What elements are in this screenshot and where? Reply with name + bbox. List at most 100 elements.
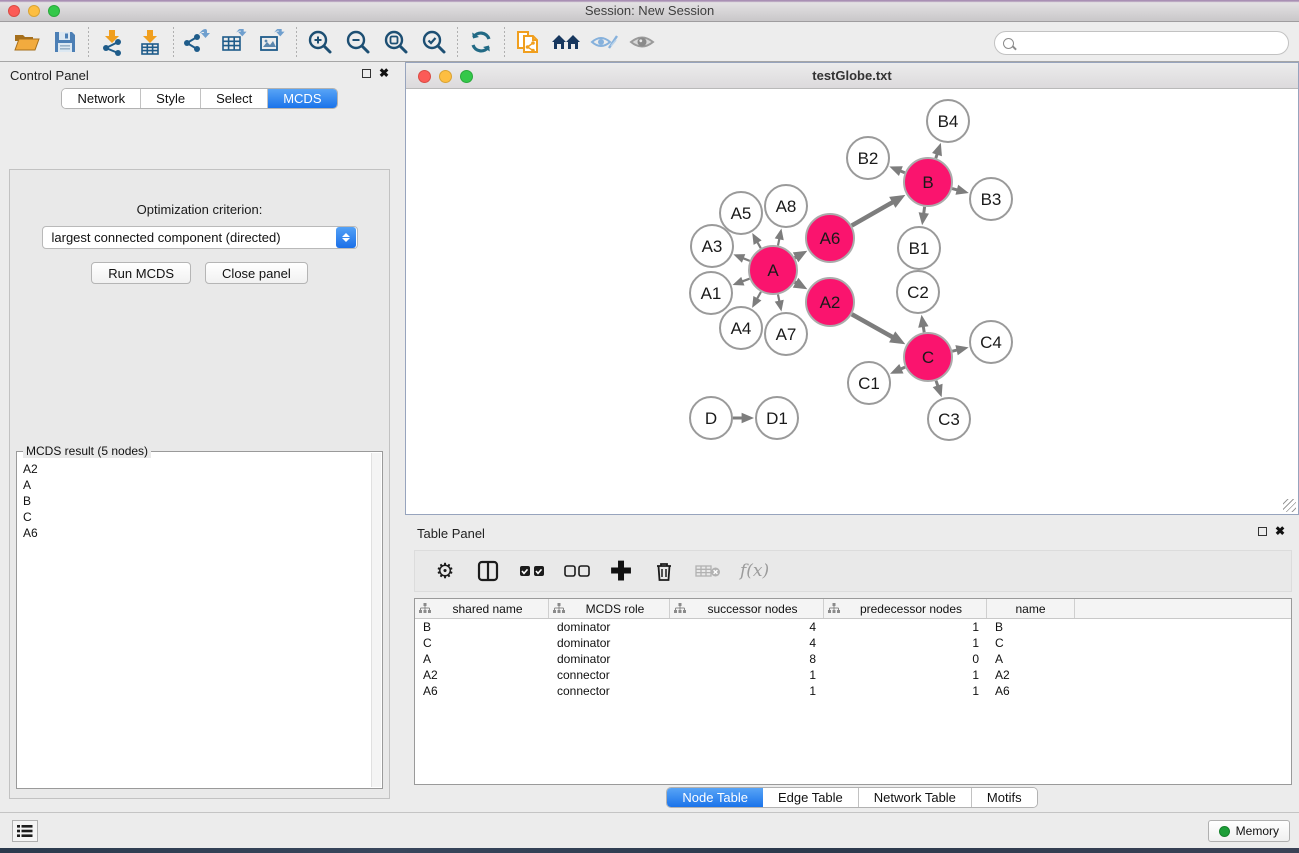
search-input[interactable] bbox=[1020, 34, 1288, 52]
edge-A6-B[interactable] bbox=[852, 202, 893, 226]
cell-predecessor-nodes[interactable]: 1 bbox=[824, 636, 987, 650]
graph-node-A2[interactable]: A2 bbox=[806, 278, 854, 326]
tab-node-table[interactable]: Node Table bbox=[667, 788, 763, 807]
export-table-button[interactable] bbox=[216, 26, 254, 58]
refresh-layout-button[interactable] bbox=[462, 26, 500, 58]
graph-node-B3[interactable]: B3 bbox=[970, 178, 1012, 220]
zoom-selected-button[interactable] bbox=[415, 26, 453, 58]
cell-successor-nodes[interactable]: 4 bbox=[670, 636, 824, 650]
save-session-button[interactable] bbox=[46, 26, 84, 58]
edge-A-A3[interactable] bbox=[743, 258, 750, 261]
graph-node-C[interactable]: C bbox=[904, 333, 952, 381]
result-item-c[interactable]: C bbox=[23, 509, 366, 525]
cell-name[interactable]: A bbox=[987, 652, 1075, 666]
hide-visibility-button[interactable] bbox=[585, 26, 623, 58]
export-image-button[interactable] bbox=[254, 26, 292, 58]
tab-mcds[interactable]: MCDS bbox=[268, 89, 336, 108]
graph-node-B4[interactable]: B4 bbox=[927, 100, 969, 142]
edge-A-A8[interactable] bbox=[778, 238, 779, 245]
cell-shared-name[interactable]: A6 bbox=[415, 684, 549, 698]
export-network-button[interactable] bbox=[178, 26, 216, 58]
graph-node-A3[interactable]: A3 bbox=[691, 225, 733, 267]
tab-motifs[interactable]: Motifs bbox=[972, 788, 1037, 807]
column-visibility-button[interactable] bbox=[476, 556, 500, 586]
edge-A-A5[interactable] bbox=[757, 242, 761, 248]
cell-MCDS-role[interactable]: dominator bbox=[549, 620, 670, 634]
float-panel-icon[interactable] bbox=[362, 69, 371, 78]
cell-MCDS-role[interactable]: connector bbox=[549, 684, 670, 698]
graph-node-A7[interactable]: A7 bbox=[765, 313, 807, 355]
memory-button[interactable]: Memory bbox=[1208, 820, 1290, 842]
show-panels-button[interactable] bbox=[12, 820, 38, 842]
show-visibility-button[interactable] bbox=[623, 26, 661, 58]
column-header-MCDS-role[interactable]: MCDS role bbox=[549, 599, 670, 618]
cell-name[interactable]: A6 bbox=[987, 684, 1075, 698]
graph-node-A8[interactable]: A8 bbox=[765, 185, 807, 227]
tab-style[interactable]: Style bbox=[141, 89, 201, 108]
cell-successor-nodes[interactable]: 4 bbox=[670, 620, 824, 634]
home-button[interactable] bbox=[547, 26, 585, 58]
column-header-shared-name[interactable]: shared name bbox=[415, 599, 549, 618]
cell-MCDS-role[interactable]: dominator bbox=[549, 652, 670, 666]
delete-table-button[interactable] bbox=[695, 556, 721, 586]
cell-predecessor-nodes[interactable]: 1 bbox=[824, 620, 987, 634]
column-header-name[interactable]: name bbox=[987, 599, 1075, 618]
graph-node-C2[interactable]: C2 bbox=[897, 271, 939, 313]
graph-node-A4[interactable]: A4 bbox=[720, 307, 762, 349]
cell-name[interactable]: B bbox=[987, 620, 1075, 634]
table-settings-button[interactable]: ⚙ bbox=[433, 556, 457, 586]
graph-node-C3[interactable]: C3 bbox=[928, 398, 970, 440]
cell-shared-name[interactable]: B bbox=[415, 620, 549, 634]
close-table-panel-icon[interactable]: ✖ bbox=[1275, 526, 1285, 536]
graph-node-B[interactable]: B bbox=[904, 158, 952, 206]
open-session-button[interactable] bbox=[8, 26, 46, 58]
graph-node-D1[interactable]: D1 bbox=[756, 397, 798, 439]
cell-shared-name[interactable]: A bbox=[415, 652, 549, 666]
cell-MCDS-role[interactable]: dominator bbox=[549, 636, 670, 650]
graph-node-C1[interactable]: C1 bbox=[848, 362, 890, 404]
cell-successor-nodes[interactable]: 8 bbox=[670, 652, 824, 666]
edge-A-A7[interactable] bbox=[778, 294, 779, 301]
graph-node-A[interactable]: A bbox=[749, 246, 797, 294]
zoom-in-button[interactable] bbox=[301, 26, 339, 58]
cell-predecessor-nodes[interactable]: 1 bbox=[824, 684, 987, 698]
cell-shared-name[interactable]: A2 bbox=[415, 668, 549, 682]
close-panel-icon[interactable]: ✖ bbox=[379, 68, 389, 78]
edge-A-A1[interactable] bbox=[742, 279, 750, 282]
graph-node-A1[interactable]: A1 bbox=[690, 272, 732, 314]
tab-network[interactable]: Network bbox=[62, 89, 141, 108]
function-builder-button[interactable]: f(x) bbox=[740, 556, 769, 586]
result-scrollbar[interactable] bbox=[371, 453, 381, 787]
select-all-button[interactable] bbox=[519, 556, 545, 586]
graph-node-A5[interactable]: A5 bbox=[720, 192, 762, 234]
delete-column-button[interactable] bbox=[652, 556, 676, 586]
tab-select[interactable]: Select bbox=[201, 89, 268, 108]
optimization-criterion-select[interactable]: largest connected component (directed) bbox=[42, 226, 358, 249]
tab-edge-table[interactable]: Edge Table bbox=[763, 788, 859, 807]
cell-name[interactable]: C bbox=[987, 636, 1075, 650]
column-header-successor-nodes[interactable]: successor nodes bbox=[670, 599, 824, 618]
result-item-a[interactable]: A bbox=[23, 477, 366, 493]
result-item-a6[interactable]: A6 bbox=[23, 525, 366, 541]
add-column-button[interactable]: ✚ bbox=[609, 556, 633, 586]
column-header-predecessor-nodes[interactable]: predecessor nodes bbox=[824, 599, 987, 618]
cell-name[interactable]: A2 bbox=[987, 668, 1075, 682]
edge-A2-C[interactable] bbox=[852, 314, 893, 337]
graph-node-C4[interactable]: C4 bbox=[970, 321, 1012, 363]
graph-node-B2[interactable]: B2 bbox=[847, 137, 889, 179]
result-item-a2[interactable]: A2 bbox=[23, 461, 366, 477]
cell-predecessor-nodes[interactable]: 0 bbox=[824, 652, 987, 666]
edge-A-A4[interactable] bbox=[757, 292, 761, 299]
graph-node-A6[interactable]: A6 bbox=[806, 214, 854, 262]
zoom-out-button[interactable] bbox=[339, 26, 377, 58]
graph-node-B1[interactable]: B1 bbox=[898, 227, 940, 269]
tab-network-table[interactable]: Network Table bbox=[859, 788, 972, 807]
cell-successor-nodes[interactable]: 1 bbox=[670, 684, 824, 698]
duplicate-network-button[interactable] bbox=[509, 26, 547, 58]
network-window-titlebar[interactable]: testGlobe.txt bbox=[406, 63, 1298, 89]
close-panel-button[interactable]: Close panel bbox=[205, 262, 308, 284]
network-canvas[interactable]: B4 B2 B B3 A8A5 A6 A3 B1 A A1 C2 A2 A4A7 C4 C C1 C3 D D1 bbox=[406, 89, 1298, 514]
cell-predecessor-nodes[interactable]: 1 bbox=[824, 668, 987, 682]
graph-node-D[interactable]: D bbox=[690, 397, 732, 439]
deselect-all-button[interactable] bbox=[564, 556, 590, 586]
